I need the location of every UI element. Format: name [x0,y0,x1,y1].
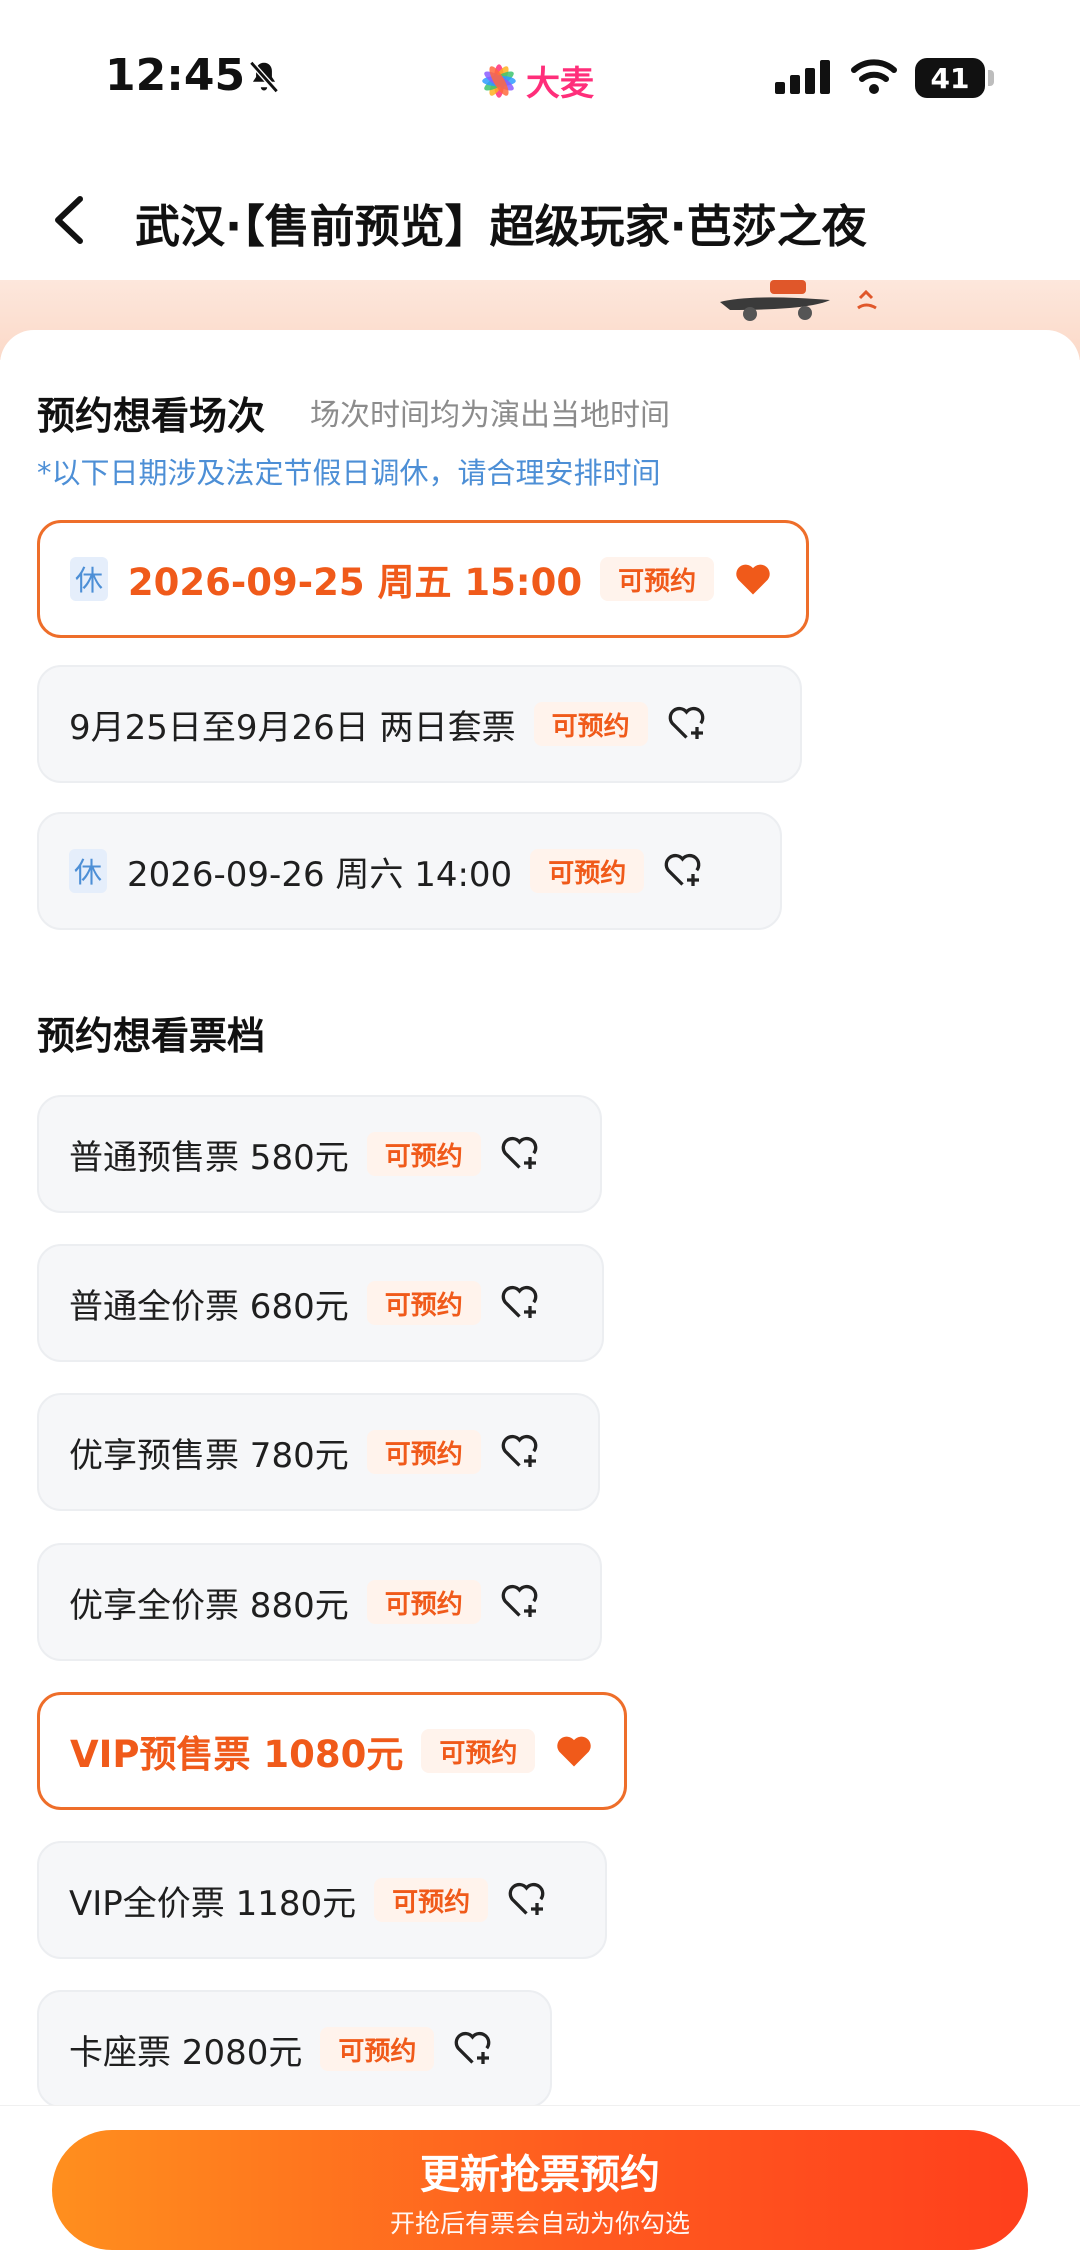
heart-add-icon[interactable] [501,1284,543,1322]
status-badge: 可预约 [366,1430,481,1474]
ticket-tier-option[interactable]: 普通全价票 680元 可预约 [37,1244,604,1362]
heart-add-icon[interactable] [501,1135,543,1173]
tier-label: 普通预售票 580元 [69,1137,349,1178]
tier-label: 卡座票 2080元 [69,2032,303,2073]
tier-label: 普通全价票 680元 [69,1286,349,1327]
session-option[interactable]: 9月25日至9月26日 两日套票 可预约 [37,665,802,783]
heart-filled-icon[interactable] [734,560,776,598]
cta-sub-label: 开抢后有票会自动为你勾选 [389,2209,690,2238]
status-badge: 可预约 [530,849,645,893]
status-badge: 可预约 [366,1281,481,1325]
wifi-icon [851,59,897,94]
cellular-signal-icon [775,60,830,94]
status-badge: 可预约 [600,557,715,601]
heart-add-icon[interactable] [508,1881,550,1919]
status-badge: 可预约 [533,702,648,746]
sessions-section-title: 预约想看场次 [37,394,266,438]
holiday-tag: 休 [69,849,107,893]
heart-add-icon[interactable] [501,1433,543,1471]
ticket-tier-option[interactable]: VIP全价票 1180元 可预约 [37,1841,607,1959]
holiday-notice: *以下日期涉及法定节假日调休，请合理安排时间 [37,456,661,490]
page-title: 武汉·【售前预览】超级玩家·芭莎之夜 [135,200,867,253]
session-label: 2026-09-26 周六 14:00 [127,854,513,895]
bottom-action-bar: 更新抢票预约 开抢后有票会自动为你勾选 [0,2105,1080,2252]
status-bar: 12:45 大麦 41 [0,0,1080,160]
sessions-section-note: 场次时间均为演出当地时间 [310,398,670,433]
status-badge: 可预约 [366,1580,481,1624]
status-badge: 可预约 [374,1878,489,1922]
skateboard-illustration-icon [720,280,877,321]
back-arrow-icon[interactable] [48,193,92,247]
brand-name: 大麦 [526,64,594,104]
session-label: 2026-09-25 周五 15:00 [127,561,583,604]
status-time: 12:45 [105,50,246,101]
cta-main-label: 更新抢票预约 [420,2152,660,2198]
tier-label: VIP预售票 1080元 [70,1733,404,1776]
damai-logo-icon [482,63,516,98]
battery-cap [988,70,994,86]
heart-add-icon[interactable] [501,1583,543,1621]
battery-indicator: 41 [915,58,985,98]
session-label: 9月25日至9月26日 两日套票 [69,707,516,748]
tier-label: 优享预售票 780元 [69,1435,349,1476]
ticket-tier-option[interactable]: 优享全价票 880元 可预约 [37,1543,602,1661]
session-option[interactable]: 休 2026-09-26 周六 14:00 可预约 [37,812,782,930]
holiday-tag: 休 [70,557,108,601]
tiers-section-title: 预约想看票档 [37,1014,266,1058]
status-badge: 可预约 [320,2027,435,2071]
heart-add-icon[interactable] [454,2030,496,2068]
status-badge: 可预约 [421,1729,536,1773]
status-badge: 可预约 [366,1132,481,1176]
tier-label: 优享全价票 880元 [69,1585,349,1626]
heart-add-icon[interactable] [668,705,710,743]
tier-label: VIP全价票 1180元 [69,1883,357,1924]
heart-filled-icon[interactable] [555,1732,594,1770]
ticket-tier-option[interactable]: 卡座票 2080元 可预约 [37,1990,552,2108]
ticket-tier-option[interactable]: 普通预售票 580元 可预约 [37,1095,602,1213]
ticket-tier-option[interactable]: VIP预售票 1080元 可预约 [37,1692,627,1810]
brand-logo: 大麦 [478,56,594,105]
heart-add-icon[interactable] [664,852,706,890]
session-option[interactable]: 休 2026-09-25 周五 15:00 可预约 [37,520,809,638]
ticket-tier-option[interactable]: 优享预售票 780元 可预约 [37,1393,600,1511]
update-reservation-button[interactable]: 更新抢票预约 开抢后有票会自动为你勾选 [52,2130,1028,2250]
nav-header: 武汉·【售前预览】超级玩家·芭莎之夜 [0,160,1080,280]
bell-muted-icon [249,60,279,94]
